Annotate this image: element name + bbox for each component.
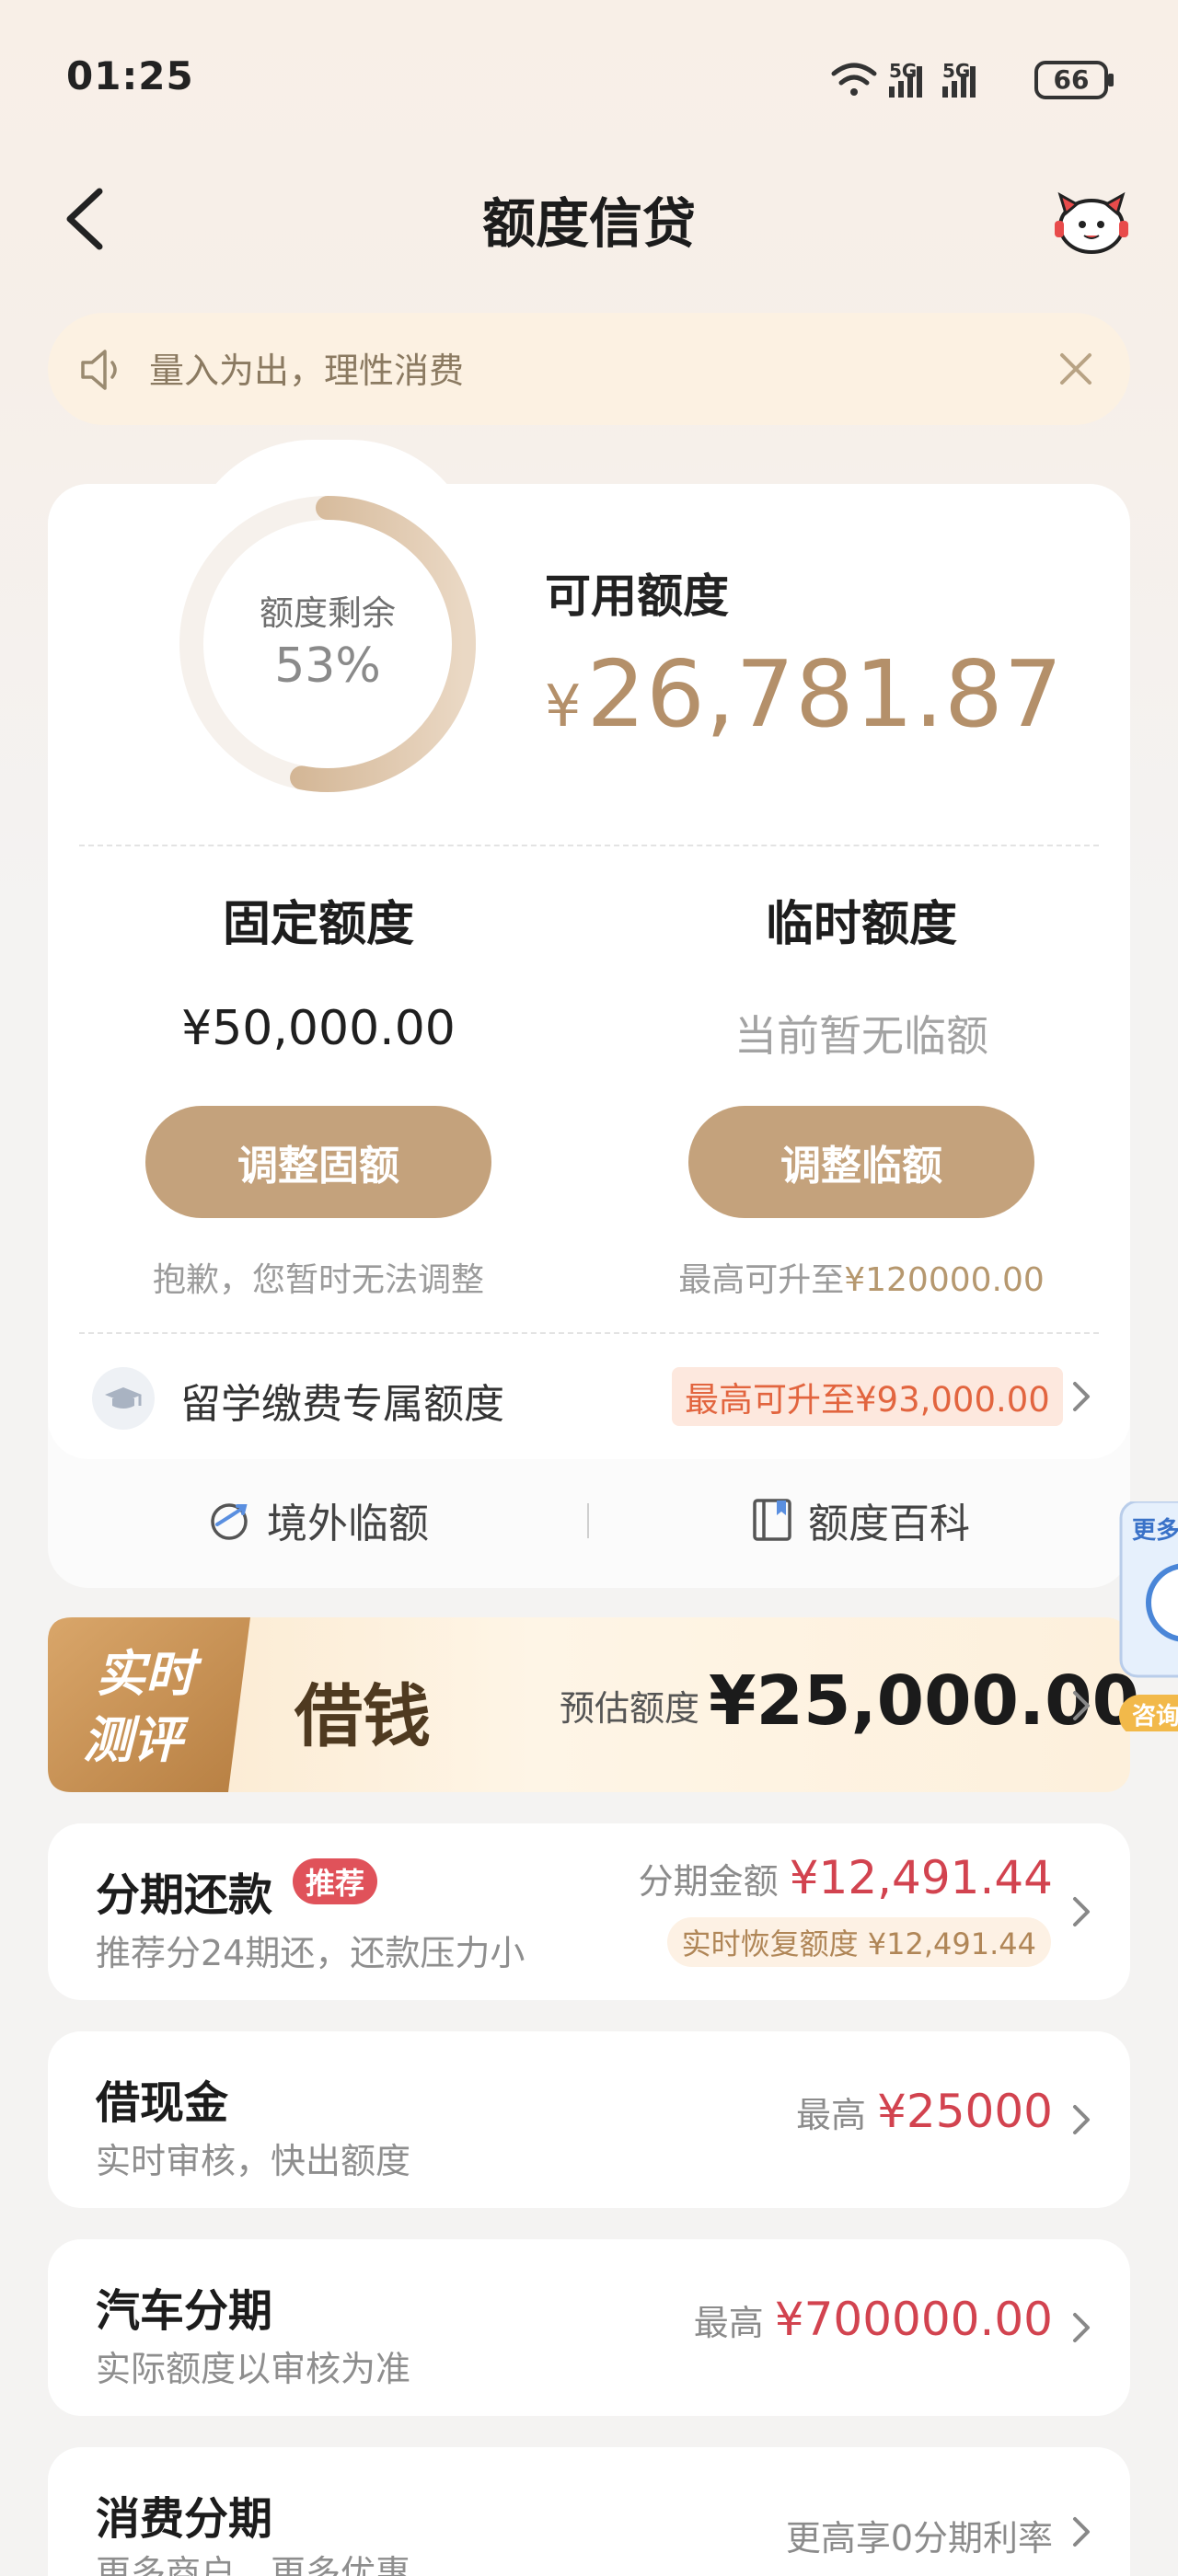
temp-note: 最高可升至¥120000.00 <box>641 1253 1082 1301</box>
link-separator <box>587 1503 589 1538</box>
product-subtitle: 实时审核，快出额度 <box>96 2141 411 2181</box>
chevron-right-icon[interactable] <box>1071 1895 1091 1928</box>
chevron-right-icon[interactable] <box>1071 2311 1091 2344</box>
mascot-service-icon[interactable] <box>1053 188 1130 256</box>
fixed-note: 抱歉，您暂时无法调整 <box>152 1261 484 1299</box>
max-value: ¥25000 <box>877 2085 1053 2138</box>
ring-label: 额度剩余 <box>260 593 396 633</box>
study-quota-label[interactable]: 留学缴费专属额度 <box>180 1371 504 1430</box>
credit-wiki-label: 额度百科 <box>808 1501 970 1547</box>
fixed-value: ¥50,000.00 <box>181 1001 456 1056</box>
product-subtitle: 推荐分24期还，还款压力小 <box>96 1933 525 1973</box>
available-currency: ¥ <box>545 673 582 740</box>
installment-amount-value: ¥12,491.44 <box>789 1851 1053 1904</box>
floating-more-text: 更多 <box>1132 1517 1178 1545</box>
floating-consult-text: 咨询 <box>1132 1702 1178 1731</box>
product-title: 分期还款 <box>96 1869 273 1921</box>
max-label: 最高 <box>693 2303 764 2343</box>
temp-note-amount: ¥120000.00 <box>844 1261 1045 1299</box>
page-title: 额度信贷 <box>481 192 696 255</box>
chevron-right-icon[interactable] <box>1071 2515 1091 2548</box>
status-time: 01:25 <box>66 53 194 98</box>
installment-amount: 分期金额 ¥12,491.44 <box>639 1851 1053 1904</box>
product-subtitle: 实际额度以审核为准 <box>96 2349 411 2389</box>
book-icon <box>753 1499 791 1541</box>
tag-line-1: 实时 <box>96 1645 202 1703</box>
temp-note-prefix: 最高可升至 <box>678 1261 845 1299</box>
chevron-right-icon[interactable] <box>1071 2103 1091 2136</box>
floating-consult-widget[interactable]: 更多 咨询 <box>1119 1501 1178 1731</box>
notice-text: 量入为出，理性消费 <box>149 351 465 391</box>
status-icons: 5G 5G 66 <box>831 60 1114 99</box>
adjust-temp-button[interactable]: 调整临额 <box>688 1106 1034 1218</box>
product-title: 消费分期 <box>96 2493 273 2545</box>
product-subtitle: 更多商户，更多优惠 <box>96 2553 411 2576</box>
overseas-temp-label: 境外临额 <box>267 1501 429 1547</box>
recommend-badge: 推荐 <box>293 1858 378 1904</box>
close-icon[interactable] <box>1055 348 1097 390</box>
product-title: 借现金 <box>96 2077 229 2129</box>
zero-rate-text: 更高享0分期利率 <box>785 2518 1053 2559</box>
credit-wiki-link[interactable]: 额度百科 <box>751 1490 970 1549</box>
available-number: 26,781.87 <box>586 640 1064 748</box>
max-value: ¥700000.00 <box>774 2293 1053 2346</box>
realtime-assessment-tag: 实时 测评 <box>48 1617 250 1792</box>
temp-title: 临时额度 <box>765 897 957 952</box>
globe-plane-icon <box>211 1503 248 1540</box>
available-label: 可用额度 <box>545 569 729 623</box>
study-quota-badge: 最高可升至¥93,000.00 <box>672 1367 1063 1426</box>
borrow-title: 借钱 <box>294 1677 431 1756</box>
speaker-icon <box>81 350 117 390</box>
chevron-right-icon[interactable] <box>1071 1380 1091 1413</box>
battery-level: 66 <box>1054 64 1090 95</box>
adjust-fixed-button[interactable]: 调整固额 <box>145 1106 491 1218</box>
tag-line-2: 测评 <box>83 1711 190 1769</box>
divider <box>79 845 1099 846</box>
available-amount: ¥26,781.87 <box>545 640 1063 748</box>
fixed-title: 固定额度 <box>222 897 414 952</box>
divider <box>79 1332 1099 1334</box>
graduation-cap-icon <box>92 1367 155 1430</box>
chevron-right-icon[interactable] <box>1071 1689 1091 1722</box>
overseas-temp-link[interactable]: 境外临额 <box>206 1490 429 1549</box>
cash-loan-max: 最高 ¥25000 <box>796 2085 1053 2138</box>
battery-icon: 66 <box>1034 61 1114 99</box>
ring-percent: 53% <box>274 638 381 694</box>
restore-quota-chip: 实时恢复额度 ¥12,491.44 <box>666 1917 1051 1967</box>
car-installment-max: 最高 ¥700000.00 <box>694 2293 1053 2346</box>
installment-amount-label: 分期金额 <box>638 1861 779 1902</box>
wifi-icon <box>831 63 877 96</box>
temp-value: 当前暂无临额 <box>734 1011 988 1061</box>
product-title: 汽车分期 <box>96 2285 273 2337</box>
max-label: 最高 <box>796 2095 867 2135</box>
estimate-label: 预估额度 <box>560 1688 700 1729</box>
